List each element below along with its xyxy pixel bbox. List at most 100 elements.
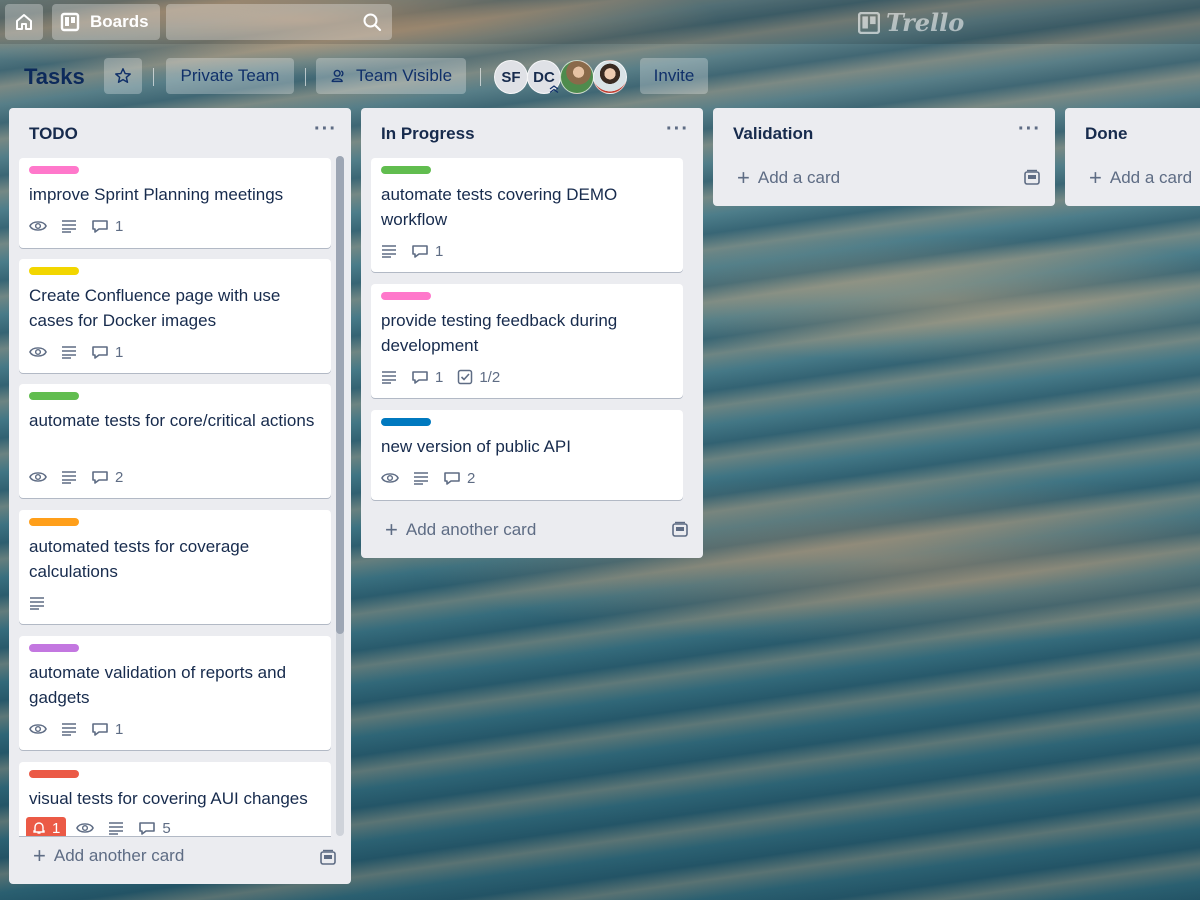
trello-logo-icon <box>858 11 880 34</box>
add-card-label: Add a card <box>1109 168 1193 187</box>
card-title: automated tests for coverage calculation… <box>29 537 250 581</box>
visibility-button[interactable]: Team Visible <box>316 58 466 94</box>
list-scrollbar[interactable] <box>336 156 344 836</box>
due-alarm-badge: 1 <box>26 817 67 836</box>
plus-icon: + <box>385 517 398 542</box>
eye-icon <box>29 724 47 734</box>
visibility-label: Team Visible <box>355 66 453 85</box>
invite-button[interactable]: Invite <box>640 58 708 94</box>
card-title: visual tests for covering AUI changes <box>29 789 308 808</box>
description-icon <box>62 346 76 359</box>
card[interactable]: Create Confluence page with use cases fo… <box>19 259 331 373</box>
description-icon <box>62 220 76 233</box>
description-icon <box>414 472 428 485</box>
watch-badge <box>29 722 47 736</box>
star-button[interactable] <box>104 58 142 94</box>
card-badges: 1 1/2 <box>381 367 514 387</box>
description-badge <box>381 244 397 258</box>
card-badges: 1 <box>29 342 137 362</box>
checklist-progress: 1/2 <box>479 368 501 386</box>
star-icon <box>115 68 131 84</box>
card-label[interactable] <box>29 644 79 652</box>
add-card-button[interactable]: + Add a card <box>1089 167 1193 189</box>
trello-logo[interactable]: Trello <box>858 8 964 37</box>
description-badge <box>381 370 397 384</box>
card-title: Create Confluence page with use cases fo… <box>29 286 281 330</box>
description-badge <box>61 345 77 359</box>
card[interactable]: improve Sprint Planning meetings 1 <box>19 158 331 248</box>
board-title[interactable]: Tasks <box>24 64 85 90</box>
list-title[interactable]: Done <box>1085 124 1128 144</box>
card-label[interactable] <box>29 267 79 275</box>
list-validation: Validation ··· + Add a card <box>713 108 1055 206</box>
description-badge <box>29 596 45 610</box>
boards-icon <box>60 12 80 32</box>
card[interactable]: automate tests for core/critical actions… <box>19 384 331 498</box>
list-menu-icon[interactable]: ··· <box>1018 118 1041 141</box>
search-icon <box>363 13 382 32</box>
add-card-button[interactable]: + Add a card <box>737 165 840 190</box>
logo-text: Trello <box>886 8 965 37</box>
card-badges: 1 <box>29 719 137 739</box>
description-icon <box>382 245 396 258</box>
add-card-button[interactable]: + Add another card <box>33 845 184 867</box>
watch-badge <box>29 345 47 359</box>
card-label[interactable] <box>29 770 79 778</box>
boards-button[interactable]: Boards <box>52 4 160 40</box>
card-label[interactable] <box>29 518 79 526</box>
eye-icon <box>381 473 399 483</box>
card[interactable]: automated tests for coverage calculation… <box>19 510 331 624</box>
card[interactable]: automate tests covering DEMO workflow 1 <box>371 158 683 272</box>
comment-count: 2 <box>467 469 476 487</box>
list-title[interactable]: Validation <box>733 124 813 144</box>
card-template-icon[interactable] <box>671 521 689 544</box>
list-title[interactable]: In Progress <box>381 124 475 144</box>
team-button[interactable]: Private Team <box>166 58 294 94</box>
card-template-icon[interactable] <box>319 849 337 872</box>
member-photo-avatar[interactable] <box>593 60 627 94</box>
list-menu-icon[interactable]: ··· <box>666 118 689 141</box>
member-avatar[interactable]: SF <box>494 60 528 94</box>
list-menu-icon[interactable]: ··· <box>314 118 337 141</box>
card-badges: 1 <box>29 216 137 236</box>
member-avatar[interactable]: DC <box>527 60 561 94</box>
plus-icon: + <box>737 165 750 190</box>
scroll-thumb[interactable] <box>336 156 344 634</box>
card[interactable]: provide testing feedback during developm… <box>371 284 683 398</box>
card-title: automate validation of reports and gadge… <box>29 663 287 707</box>
description-badge <box>108 821 124 835</box>
card-label[interactable] <box>381 418 431 426</box>
card-template-icon[interactable] <box>1023 169 1041 192</box>
list-title[interactable]: TODO <box>29 124 78 144</box>
description-icon <box>382 371 396 384</box>
header-divider <box>305 68 306 86</box>
card[interactable]: visual tests for covering AUI changes 1 … <box>19 762 331 836</box>
boards-label: Boards <box>90 12 149 31</box>
card-badges: 2 <box>381 468 489 488</box>
card-title: provide testing feedback during developm… <box>381 311 618 355</box>
description-badge <box>61 722 77 736</box>
comment-count: 5 <box>162 819 171 837</box>
card-title: automate tests covering DEMO workflow <box>381 185 618 229</box>
add-card-button[interactable]: + Add another card <box>385 517 536 542</box>
description-badge <box>61 470 77 484</box>
card-label[interactable] <box>381 166 431 174</box>
card-label[interactable] <box>29 392 79 400</box>
member-photo-avatar[interactable] <box>560 60 594 94</box>
search-input[interactable] <box>166 4 392 40</box>
eye-icon <box>29 221 47 231</box>
description-icon <box>62 723 76 736</box>
home-button[interactable] <box>5 4 43 40</box>
comment-icon <box>92 220 108 233</box>
list-in-progress: In Progress ··· automate tests covering … <box>361 108 703 558</box>
card[interactable]: new version of public API 2 <box>371 410 683 500</box>
checklist-icon <box>458 369 473 385</box>
comment-icon <box>92 723 108 736</box>
card-label[interactable] <box>381 292 431 300</box>
team-icon <box>331 69 344 83</box>
card-label[interactable] <box>29 166 79 174</box>
watch-badge <box>381 471 399 485</box>
alarm-icon <box>33 822 45 834</box>
card[interactable]: automate validation of reports and gadge… <box>19 636 331 750</box>
comment-icon <box>92 346 108 359</box>
